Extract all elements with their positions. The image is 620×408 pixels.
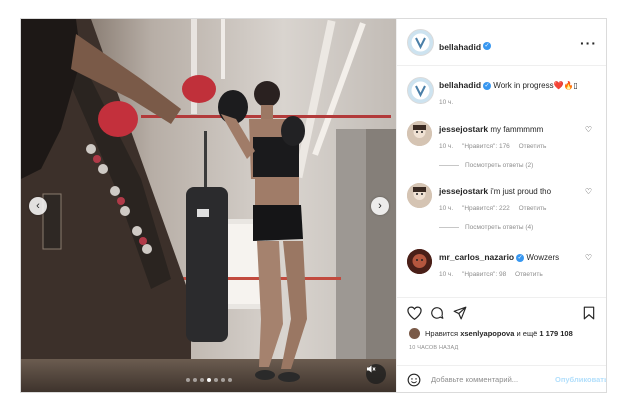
likes-prefix: Нравится	[425, 329, 459, 338]
comment-meta: 10 ч. "Нравится": 98 Ответить	[439, 271, 550, 278]
author-line: bellahadid ✓	[439, 37, 492, 55]
comment-item: jessejostark i'm just proud tho ♡ 10 ч. …	[397, 183, 606, 245]
comment-time[interactable]: 10 ч.	[439, 143, 453, 150]
author-avatar[interactable]	[407, 29, 434, 56]
reply-button[interactable]: Ответить	[515, 271, 543, 278]
mute-icon	[367, 365, 376, 373]
chevron-right-icon: ›	[378, 200, 382, 212]
carousel-indicator	[186, 378, 232, 382]
chevron-left-icon: ‹	[36, 200, 40, 212]
comment-body: i'm just proud tho	[490, 187, 552, 196]
liker-username[interactable]: xsenlyapopova	[460, 329, 514, 338]
more-options-icon[interactable]: ···	[580, 35, 597, 51]
carousel-next-button[interactable]: ›	[371, 197, 389, 215]
caption-time[interactable]: 10 ч.	[439, 99, 453, 106]
mute-button[interactable]	[366, 364, 386, 384]
comment-icon[interactable]	[430, 306, 444, 320]
caption-emoji: ❤️🔥▯	[553, 81, 578, 90]
post-actions: Нравится xsenlyapopova и ещё 1 179 108 1…	[397, 297, 606, 388]
comment-likes[interactable]: "Нравится": 222	[462, 205, 510, 212]
comment-item: mr_carlos_nazario ✓ Wowzers ♡ 10 ч. "Нрав…	[397, 249, 606, 293]
verified-icon: ✓	[516, 253, 525, 262]
comment-likes[interactable]: "Нравится": 176	[462, 143, 510, 150]
post-timestamp[interactable]: 10 ЧАСОВ НАЗАД	[409, 345, 458, 351]
view-replies-label: Посмотреть ответы (4)	[465, 224, 534, 231]
view-replies-label: Посмотреть ответы (2)	[465, 162, 534, 169]
likes-line: Нравится xsenlyapopova и ещё 1 179 108	[409, 328, 573, 339]
heart-icon[interactable]	[407, 306, 422, 320]
carousel-dot	[214, 378, 218, 382]
commenter-avatar[interactable]	[407, 121, 432, 146]
comment-time[interactable]: 10 ч.	[439, 205, 453, 212]
comment-text: mr_carlos_nazario ✓ Wowzers	[439, 252, 584, 263]
caption-text: bellahadid ✓ Work in progress❤️🔥▯	[439, 80, 584, 91]
post-modal: ‹ › bellahadid ✓ ··· bellahadid ✓ Work i…	[20, 18, 607, 393]
caption-username[interactable]: bellahadid	[439, 80, 481, 90]
post-sidebar: bellahadid ✓ ··· bellahadid ✓ Work in prog…	[396, 19, 606, 392]
reply-button[interactable]: Ответить	[519, 143, 547, 150]
likes-count[interactable]: 1 179 108	[539, 329, 572, 338]
commenter-avatar[interactable]	[407, 249, 432, 274]
comment-time[interactable]: 10 ч.	[439, 271, 453, 278]
liker-avatar[interactable]	[409, 328, 420, 339]
comment-like-icon[interactable]: ♡	[585, 253, 592, 262]
post-video[interactable]: ‹ ›	[21, 19, 396, 392]
share-icon[interactable]	[453, 306, 467, 320]
caption: bellahadid ✓ Work in progress❤️🔥▯ 10 ч.	[397, 77, 606, 121]
publish-button[interactable]: Опубликовать	[555, 375, 606, 384]
carousel-dot	[221, 378, 225, 382]
add-comment-bar: Добавьте комментарий... Опубликовать	[397, 365, 606, 392]
bookmark-icon[interactable]	[583, 306, 595, 320]
comment-input[interactable]: Добавьте комментарий...	[431, 375, 518, 384]
view-replies-button[interactable]: Посмотреть ответы (4)	[439, 224, 533, 231]
comment-item: jessejostark my fammmmm ♡ 10 ч. "Нравитс…	[397, 121, 606, 183]
verified-icon: ✓	[483, 41, 492, 50]
view-replies-button[interactable]: Посмотреть ответы (2)	[439, 162, 533, 169]
comment-like-icon[interactable]: ♡	[585, 125, 592, 134]
comment-like-icon[interactable]: ♡	[585, 187, 592, 196]
carousel-dot	[200, 378, 204, 382]
comment-text: jessejostark my fammmmm	[439, 124, 584, 135]
divider	[439, 165, 459, 166]
comment-username[interactable]: jessejostark	[439, 124, 488, 134]
reply-button[interactable]: Ответить	[519, 205, 547, 212]
gym-scene	[21, 19, 396, 392]
carousel-dot	[193, 378, 197, 382]
carousel-dot	[228, 378, 232, 382]
carousel-prev-button[interactable]: ‹	[29, 197, 47, 215]
comment-meta: 10 ч. "Нравится": 222 Ответить	[439, 205, 553, 212]
author-username[interactable]: bellahadid	[439, 42, 481, 52]
comment-username[interactable]: mr_carlos_nazario	[439, 252, 514, 262]
comment-likes[interactable]: "Нравится": 98	[462, 271, 506, 278]
post-header: bellahadid ✓ ···	[397, 19, 606, 66]
carousel-dot	[207, 378, 211, 382]
likes-suffix: и ещё	[516, 329, 538, 338]
carousel-dot	[186, 378, 190, 382]
emoji-icon[interactable]	[407, 373, 421, 387]
verified-icon: ✓	[483, 81, 492, 90]
comment-body: Wowzers	[526, 253, 560, 262]
comment-text: jessejostark i'm just proud tho	[439, 186, 584, 197]
comment-meta: 10 ч. "Нравится": 176 Ответить	[439, 143, 553, 150]
divider	[439, 227, 459, 228]
caption-body: Work in progress	[493, 81, 554, 90]
commenter-avatar[interactable]	[407, 183, 432, 208]
comment-body: my fammmmm	[490, 125, 544, 134]
caption-avatar[interactable]	[407, 77, 434, 104]
comment-username[interactable]: jessejostark	[439, 186, 488, 196]
